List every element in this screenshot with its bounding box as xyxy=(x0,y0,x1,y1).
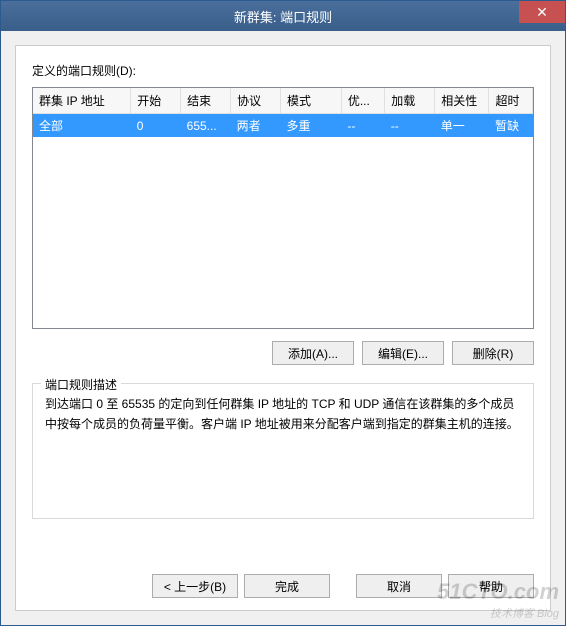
cell-priority: -- xyxy=(341,114,384,138)
close-icon: ✕ xyxy=(536,4,548,21)
col-protocol[interactable]: 协议 xyxy=(231,88,281,114)
back-button[interactable]: < 上一步(B) xyxy=(152,574,238,598)
col-end[interactable]: 结束 xyxy=(181,88,231,114)
col-timeout[interactable]: 超时 xyxy=(489,88,533,114)
cell-mode: 多重 xyxy=(281,114,342,138)
footer-buttons: < 上一步(B) 完成 取消 帮助 xyxy=(16,562,550,610)
col-start[interactable]: 开始 xyxy=(131,88,181,114)
cell-start: 0 xyxy=(131,114,181,138)
cell-cluster-ip: 全部 xyxy=(33,114,131,138)
cell-affinity: 单一 xyxy=(435,114,489,138)
description-text: 到达端口 0 至 65535 的定向到任何群集 IP 地址的 TCP 和 UDP… xyxy=(45,394,521,504)
edit-button[interactable]: 编辑(E)... xyxy=(362,341,444,365)
description-title: 端口规则描述 xyxy=(41,376,121,393)
cell-end: 655... xyxy=(181,114,231,138)
title-bar: 新群集: 端口规则 ✕ xyxy=(1,1,565,31)
port-rules-table[interactable]: 群集 IP 地址 开始 结束 协议 模式 优... 加载 相关性 超时 全部 0 xyxy=(33,88,533,137)
cell-load: -- xyxy=(385,114,435,138)
define-rules-label: 定义的端口规则(D): xyxy=(32,62,534,79)
content-area: 定义的端口规则(D): 群集 IP 地址 开始 结束 协议 模式 优... 加载… xyxy=(15,45,551,611)
remove-button[interactable]: 删除(R) xyxy=(452,341,534,365)
port-rules-table-container: 群集 IP 地址 开始 结束 协议 模式 优... 加载 相关性 超时 全部 0 xyxy=(32,87,534,329)
rule-buttons-row: 添加(A)... 编辑(E)... 删除(R) xyxy=(32,341,534,365)
table-header-row: 群集 IP 地址 开始 结束 协议 模式 优... 加载 相关性 超时 xyxy=(33,88,533,114)
col-cluster-ip[interactable]: 群集 IP 地址 xyxy=(33,88,131,114)
cancel-button[interactable]: 取消 xyxy=(356,574,442,598)
table-row[interactable]: 全部 0 655... 两者 多重 -- -- 单一 暂缺 xyxy=(33,114,533,138)
cell-timeout: 暂缺 xyxy=(489,114,533,138)
window-title: 新群集: 端口规则 xyxy=(1,7,565,26)
col-affinity[interactable]: 相关性 xyxy=(435,88,489,114)
close-button[interactable]: ✕ xyxy=(519,1,565,23)
finish-button[interactable]: 完成 xyxy=(244,574,330,598)
dialog-window: 新群集: 端口规则 ✕ 定义的端口规则(D): 群集 IP 地址 开始 结束 协… xyxy=(0,0,566,626)
description-group: 端口规则描述 到达端口 0 至 65535 的定向到任何群集 IP 地址的 TC… xyxy=(32,383,534,519)
col-load[interactable]: 加载 xyxy=(385,88,435,114)
col-mode[interactable]: 模式 xyxy=(281,88,342,114)
col-priority[interactable]: 优... xyxy=(341,88,384,114)
cell-protocol: 两者 xyxy=(231,114,281,138)
help-button[interactable]: 帮助 xyxy=(448,574,534,598)
add-button[interactable]: 添加(A)... xyxy=(272,341,354,365)
